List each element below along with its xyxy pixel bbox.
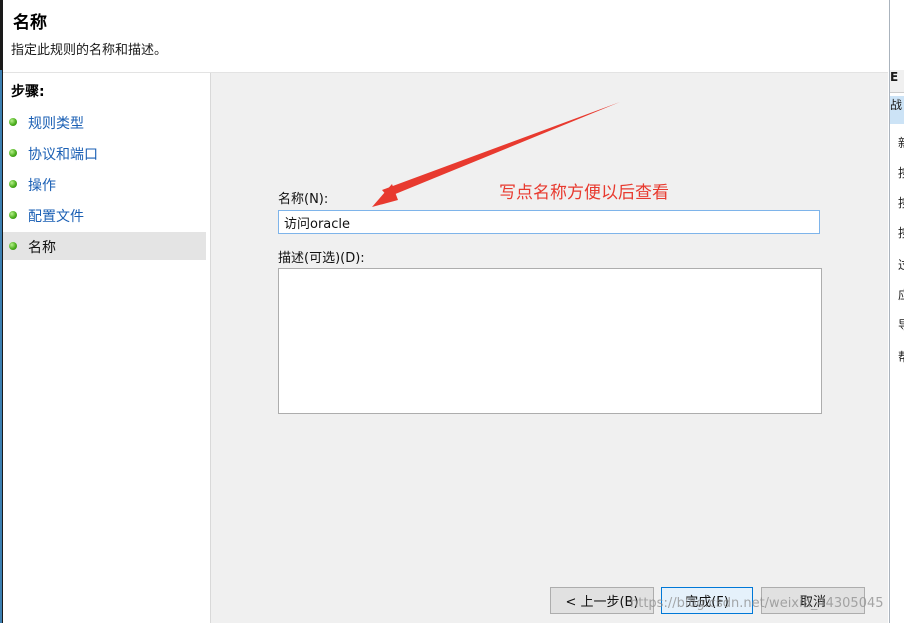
wizard-header: 名称 指定此规则的名称和描述。 — [3, 0, 888, 73]
step-rule-type[interactable]: 规则类型 — [3, 108, 206, 136]
step-protocol-ports[interactable]: 协议和端口 — [3, 139, 206, 167]
steps-panel: 步骤: 规则类型 协议和端口 操作 配置文件 名称 — [3, 73, 211, 623]
background-window-item[interactable]: 帮 — [898, 348, 904, 365]
name-field[interactable] — [278, 210, 820, 234]
background-window-item[interactable]: 过 — [898, 256, 904, 273]
step-action[interactable]: 操作 — [3, 170, 206, 198]
background-window-item[interactable]: 按 — [898, 164, 904, 181]
step-label: 操作 — [28, 178, 56, 194]
step-label: 配置文件 — [28, 209, 84, 225]
step-label: 名称 — [28, 240, 56, 256]
background-window-item[interactable]: 应 — [898, 286, 904, 303]
step-status-dot-icon — [9, 180, 17, 188]
step-label: 规则类型 — [28, 116, 84, 132]
step-profile[interactable]: 配置文件 — [3, 201, 206, 229]
steps-heading: 步骤: — [11, 84, 45, 100]
background-window: E 战 新 按 按 按 过 应 导 帮 — [889, 0, 904, 623]
page-title: 名称 — [13, 13, 47, 33]
step-status-dot-icon — [9, 118, 17, 126]
background-window-item[interactable]: 导 — [898, 316, 904, 333]
name-field-label: 名称(N): — [278, 192, 329, 207]
page-subtitle: 指定此规则的名称和描述。 — [11, 43, 168, 58]
wizard-content: 名称(N): 描述(可选)(D): < 上一步(B) 完成(F) 取消 — [211, 73, 888, 623]
background-window-item[interactable]: 按 — [898, 194, 904, 211]
annotation-text: 写点名称方便以后查看 — [499, 183, 669, 203]
background-window-header: E — [890, 70, 904, 93]
step-status-dot-icon — [9, 242, 17, 250]
step-status-dot-icon — [9, 149, 17, 157]
step-status-dot-icon — [9, 211, 17, 219]
background-window-item[interactable]: 新 — [898, 134, 904, 151]
step-label: 协议和端口 — [28, 147, 98, 163]
background-window-selected-item[interactable]: 战 — [890, 96, 904, 124]
description-field-label: 描述(可选)(D): — [278, 251, 365, 266]
description-field[interactable] — [278, 268, 822, 414]
watermark: https://blog.csdn.net/weixin_44305045 — [630, 596, 884, 611]
step-name[interactable]: 名称 — [3, 232, 206, 260]
background-window-item[interactable]: 按 — [898, 224, 904, 241]
